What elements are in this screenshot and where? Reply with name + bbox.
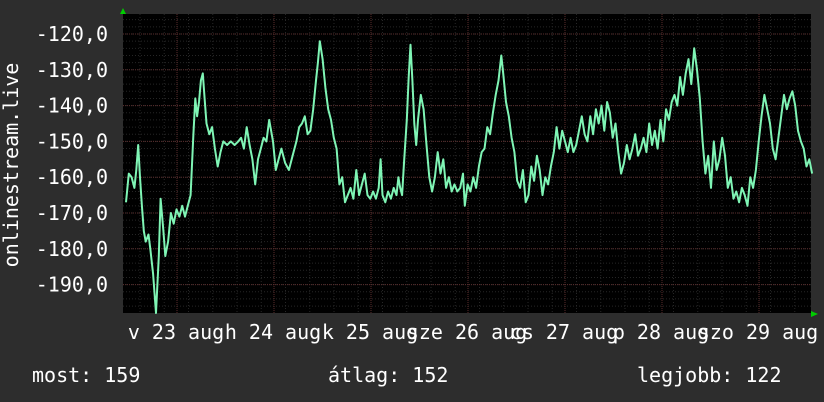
y-tick-label: -140,0 bbox=[36, 94, 108, 118]
y-tick-label: -160,0 bbox=[36, 165, 108, 189]
y-tick-label: -120,0 bbox=[36, 22, 108, 46]
y-tick-label: -190,0 bbox=[36, 273, 108, 297]
chart: -120,0 -130,0 -140,0 -150,0 -160,0 -170,0 -180… bbox=[0, 8, 818, 344]
x-tick-label: k 25 aug bbox=[322, 320, 418, 344]
y-axis-arrow bbox=[120, 8, 126, 14]
x-tick-labels: v 23 aug h 24 aug k 25 augsze 26 augcs 27 … bbox=[128, 320, 818, 344]
summary-average: átlag: 152 bbox=[328, 363, 449, 387]
x-tick-label: p 28 aug bbox=[613, 320, 709, 344]
y-tick-label: -170,0 bbox=[36, 201, 108, 225]
summary-best: legjobb: 122 bbox=[637, 363, 782, 387]
x-tick-label: cs 27 aug bbox=[510, 320, 618, 344]
x-axis-arrow bbox=[811, 311, 818, 317]
x-tick-label: h 24 aug bbox=[225, 320, 321, 344]
x-tick-label: v 23 aug bbox=[128, 320, 224, 344]
y-tick-labels: -120,0 -130,0 -140,0 -150,0 -160,0 -170,0 -180… bbox=[36, 22, 108, 297]
y-tick-label: -150,0 bbox=[36, 129, 108, 153]
summary-now: most: 159 bbox=[32, 363, 141, 387]
y-tick-label: -180,0 bbox=[36, 237, 108, 261]
y-axis-label: onlinestream.live bbox=[0, 63, 23, 268]
y-tick-label: -130,0 bbox=[36, 58, 108, 82]
x-tick-label: szo 29 aug bbox=[698, 320, 818, 344]
